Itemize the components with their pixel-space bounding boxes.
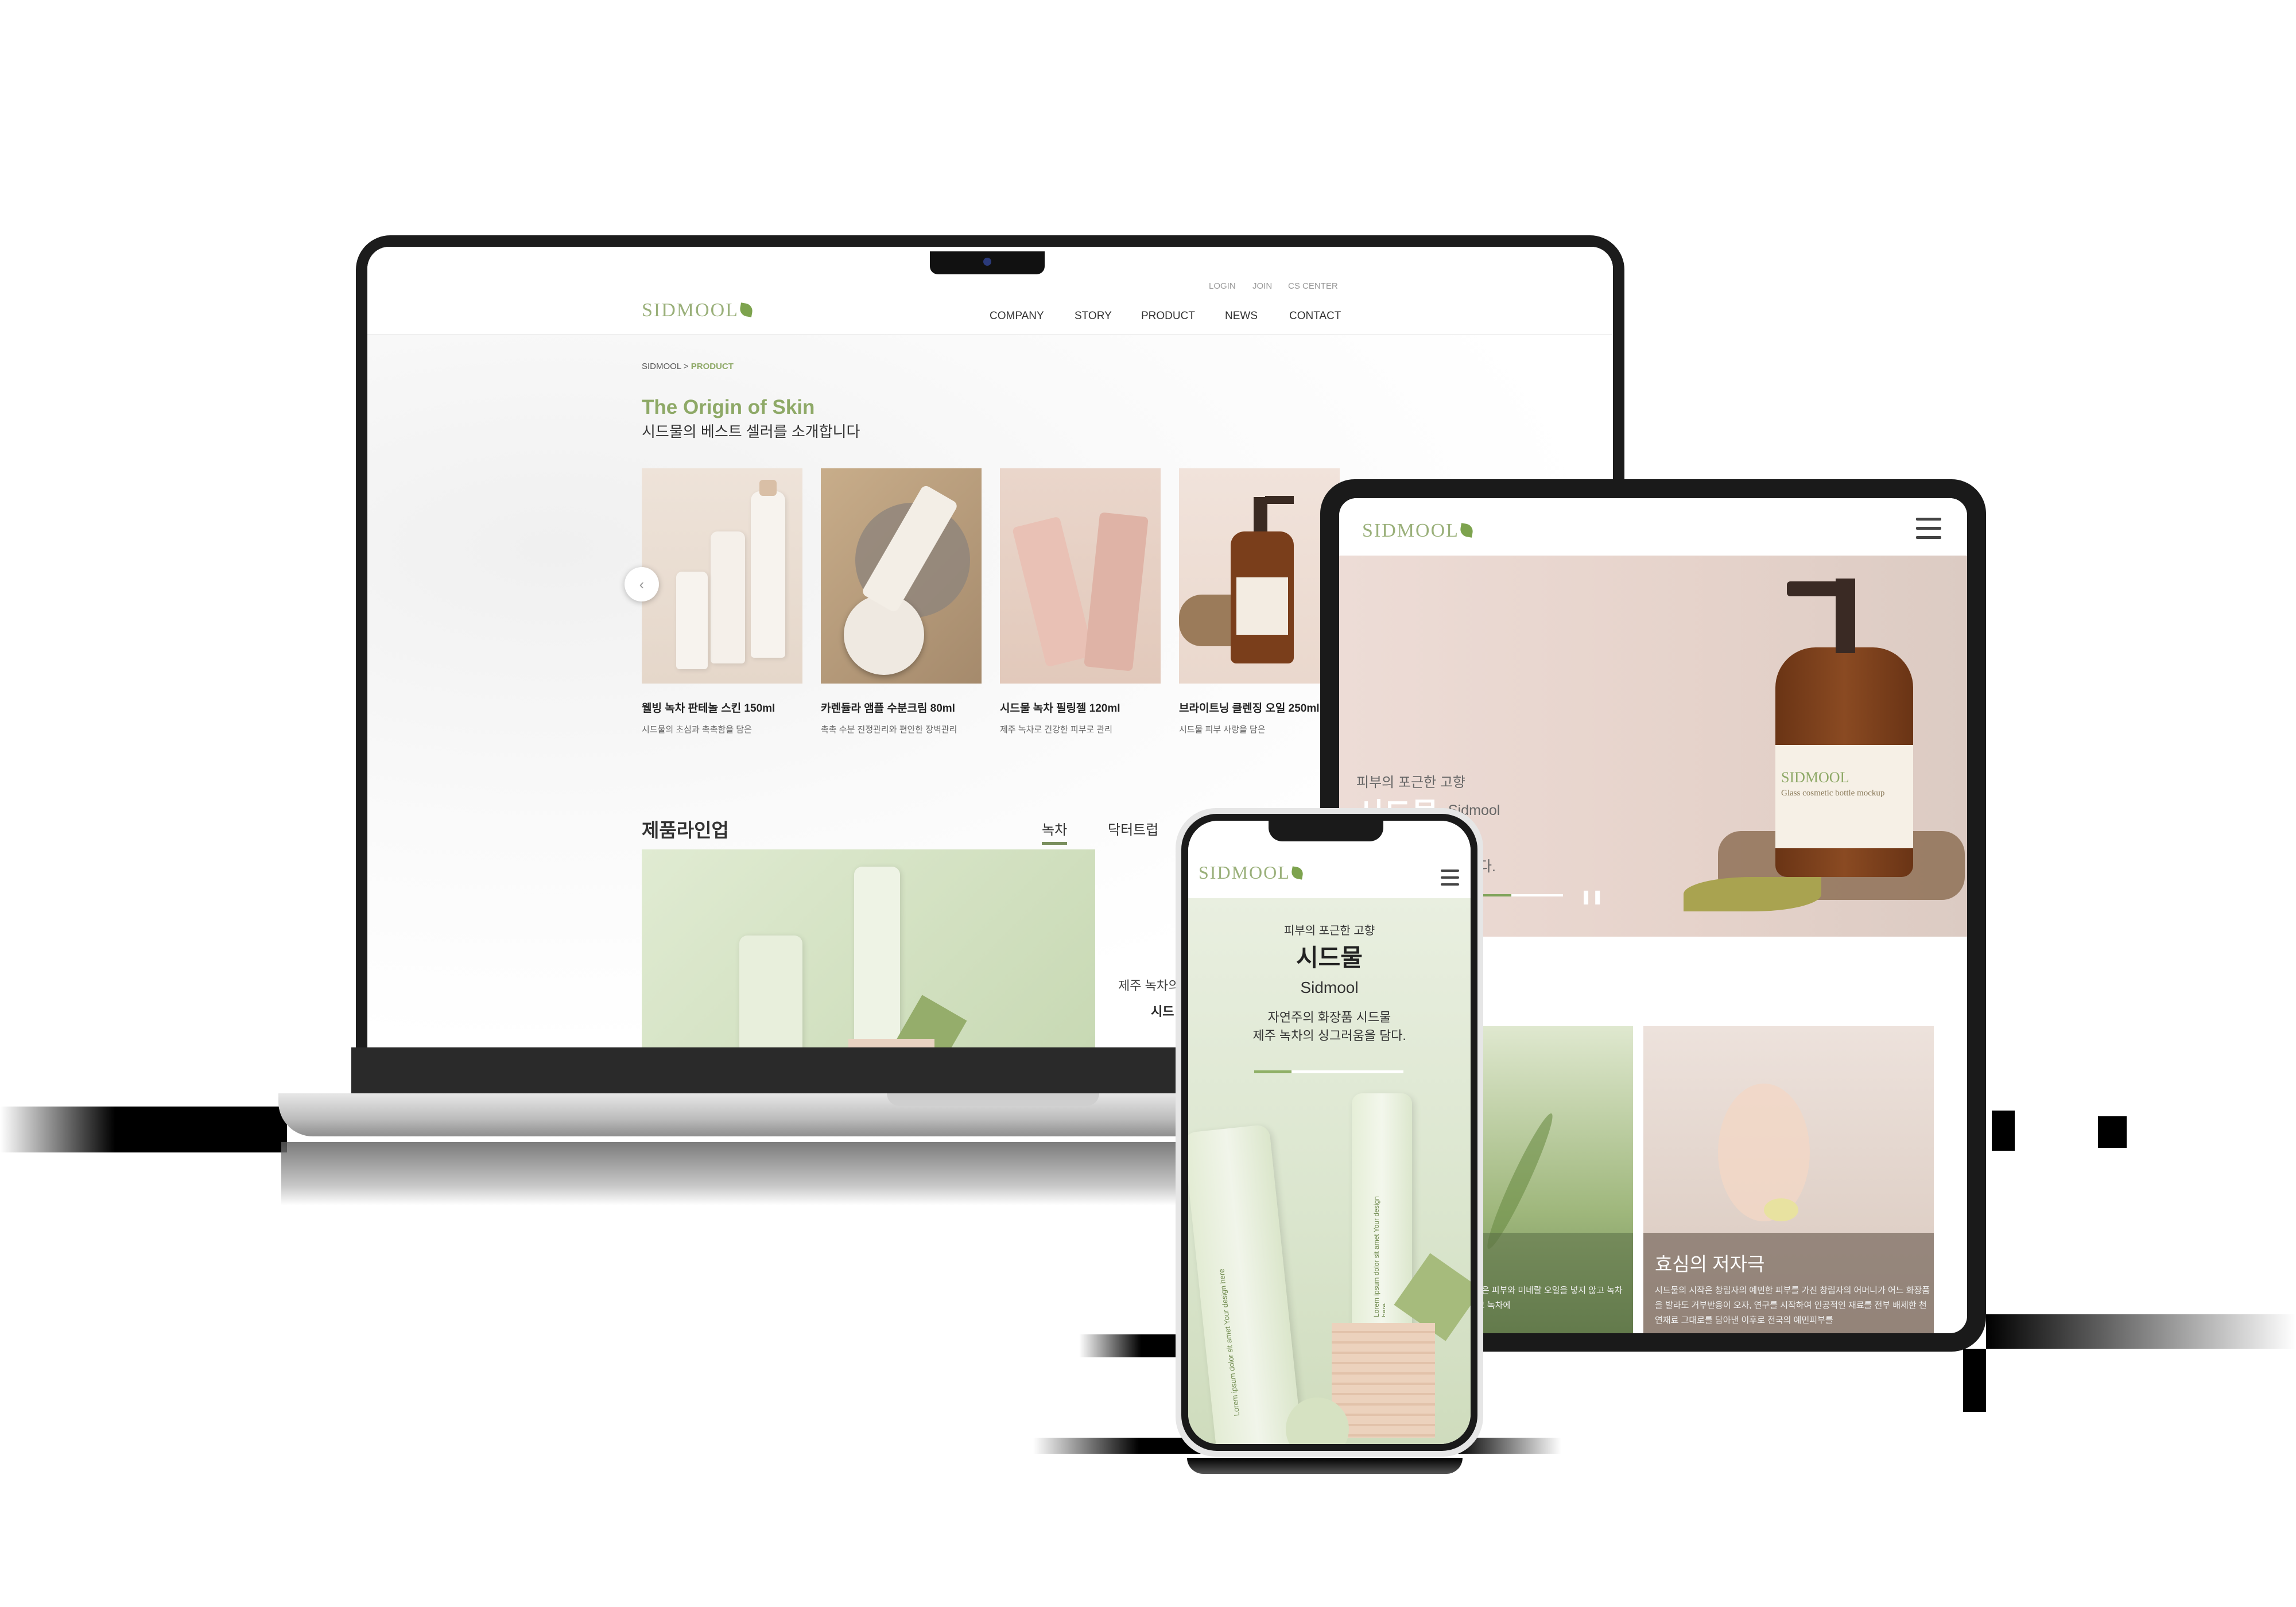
logo-text: SIDMOOL <box>1362 520 1459 541</box>
section-title: The Origin of Skin <box>642 396 815 418</box>
phone-notch <box>1269 821 1383 841</box>
carousel-prev-button[interactable]: ‹ <box>625 567 659 601</box>
util-join-link[interactable]: JOIN <box>1252 281 1272 291</box>
logo-text: SIDMOOL <box>642 300 739 321</box>
card-text: 시드물의 시작은 창립자의 예민한 피부를 가진 창립자의 어머니가 어느 화장… <box>1655 1286 1930 1325</box>
camera-icon <box>983 258 991 266</box>
phone-screen: SIDMOOL 피부의 포근한 고향 시드물 Sidmool 자연주의 화장품 … <box>1188 821 1471 1444</box>
lineup-title: 제품라인업 <box>642 820 729 841</box>
tube-label: Lorem ipsum dolor sit amet Your design h… <box>1372 1196 1385 1317</box>
product-desc: 제주 녹차로 건강한 피부로 관리 <box>1000 725 1113 735</box>
product-image <box>1179 468 1340 684</box>
product-card[interactable]: 시드물 녹차 필링젤 120ml 제주 녹차로 건강한 피부로 관리 <box>1000 468 1161 735</box>
leaf-icon <box>739 302 754 317</box>
product-desc: 시드물 피부 사랑을 담은 <box>1179 725 1266 735</box>
pause-icon[interactable]: ❚❚ <box>1580 888 1603 905</box>
progress-fill <box>1254 1070 1292 1073</box>
hero-subtitle: 피부의 포근한 고향 <box>1283 925 1375 937</box>
product-name: 브라이트닝 클렌징 오일 250ml <box>1179 702 1320 715</box>
card-title: 효심의 저자극 <box>1655 1253 1765 1275</box>
hero-progress-bar <box>1254 1070 1403 1073</box>
product-image <box>821 468 982 684</box>
hero-subtitle: 피부의 포근한 고향 <box>1356 775 1465 790</box>
nav-company[interactable]: COMPANY <box>990 310 1044 323</box>
leaf-icon <box>1290 866 1304 880</box>
product-image <box>642 468 802 684</box>
nav-news[interactable]: NEWS <box>1225 310 1258 323</box>
product-name: 카렌듈라 앰플 수분크림 80ml <box>821 702 955 715</box>
leaf-icon <box>1459 523 1474 538</box>
story-card[interactable]: 효심의 저자극 시드물의 시작은 창립자의 예민한 피부를 가진 창립자의 어머… <box>1643 1026 1934 1333</box>
shadow <box>1079 1334 1182 1357</box>
lineup-image <box>642 849 1095 1047</box>
nav-story[interactable]: STORY <box>1075 310 1112 323</box>
chevron-left-icon: ‹ <box>639 576 645 593</box>
product-desc: 시드물의 초심과 촉촉함을 담은 <box>642 725 752 735</box>
phone-hero: 피부의 포근한 고향 시드물 Sidmool 자연주의 화장품 시드물 제주 녹… <box>1188 898 1471 1444</box>
util-cscenter-link[interactable]: CS CENTER <box>1288 281 1338 291</box>
lineup-text-bold: 시드 <box>1151 1004 1174 1019</box>
breadcrumb-current: PRODUCT <box>691 362 734 371</box>
product-name: 웰빙 녹차 판테놀 스킨 150ml <box>642 702 775 715</box>
section-subtitle: 시드물의 베스트 셀러를 소개합니다 <box>642 423 860 440</box>
laptop-shadow <box>0 1107 287 1152</box>
product-tube: Lorem ipsum dolor sit amet Your design h… <box>1188 1124 1302 1444</box>
shadow <box>2098 1116 2127 1148</box>
tab-doctortrub[interactable]: 닥터트럽 <box>1108 818 1158 839</box>
nav-product[interactable]: PRODUCT <box>1141 310 1195 323</box>
product-name: 시드물 녹차 필링젤 120ml <box>1000 702 1120 715</box>
logo-text: SIDMOOL <box>1199 862 1290 883</box>
tablet-header: SIDMOOL <box>1339 498 1967 556</box>
product-card[interactable]: 브라이트닝 클렌징 오일 250ml 시드물 피부 사랑을 담은 <box>1179 468 1340 735</box>
product-card[interactable]: 카렌듈라 앰플 수분크림 80ml 촉촉 수분 진정관리와 편안한 장벽관리 <box>821 468 982 735</box>
site-logo[interactable]: SIDMOOL <box>1362 520 1474 542</box>
lineup-text: 제주 녹차의 <box>1118 979 1180 993</box>
shadow <box>1986 1314 2296 1349</box>
bottle-brand: SIDMOOL <box>1781 769 1849 786</box>
product-desc: 촉촉 수분 진정관리와 편안한 장벽관리 <box>821 725 957 735</box>
hero-english: Sidmool <box>1300 979 1359 996</box>
tube-label: Lorem ipsum dolor sit amet Your design h… <box>1217 1268 1242 1417</box>
breadcrumb-separator: > <box>683 362 689 371</box>
bottle-label: Glass cosmetic bottle mockup <box>1781 789 1885 798</box>
nav-contact[interactable]: CONTACT <box>1289 310 1341 323</box>
menu-icon[interactable] <box>1441 870 1459 890</box>
hero-desc: 제주 녹차의 싱그러움을 담다. <box>1252 1028 1406 1043</box>
util-login-link[interactable]: LOGIN <box>1209 281 1236 291</box>
breadcrumb: SIDMOOL > PRODUCT <box>642 362 734 371</box>
menu-icon[interactable] <box>1916 518 1941 545</box>
phone-bottom-edge <box>1187 1458 1463 1474</box>
hero-desc: 자연주의 화장품 시드물 <box>1267 1010 1391 1024</box>
breadcrumb-home[interactable]: SIDMOOL <box>642 362 681 371</box>
shadow <box>1992 1111 2015 1151</box>
site-logo[interactable]: SIDMOOL <box>1199 862 1304 883</box>
shadow <box>1963 1349 1986 1412</box>
site-logo[interactable]: SIDMOOL <box>642 300 754 321</box>
product-card[interactable]: 웰빙 녹차 판테놀 스킨 150ml 시드물의 초심과 촉촉함을 담은 <box>642 468 802 735</box>
laptop-groove <box>887 1093 1099 1106</box>
product-image <box>1000 468 1161 684</box>
tab-greentea[interactable]: 녹차 <box>1042 818 1068 845</box>
hero-title: 시드물 <box>1296 944 1363 971</box>
